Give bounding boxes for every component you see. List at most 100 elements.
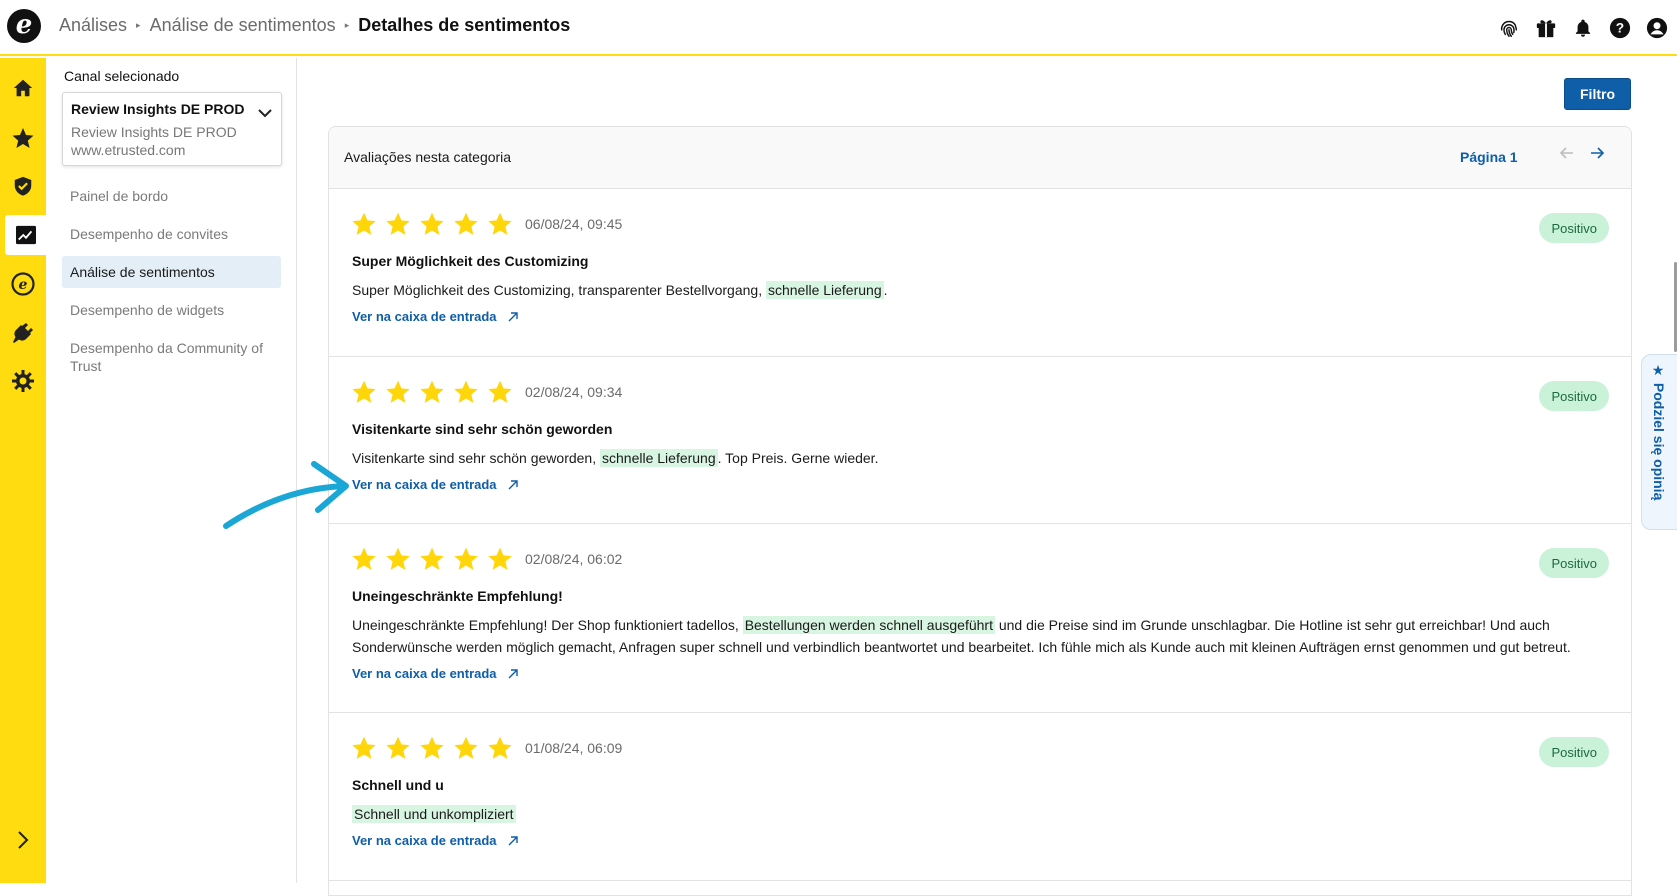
etrusted-coin-icon[interactable]: e [0, 264, 46, 304]
review-text: Uneingeschränkte Empfehlung! Der Shop fu… [352, 616, 1571, 655]
panel-header: Avaliações nesta categoria Página 1 [329, 127, 1631, 189]
feedback-label: ★ Podziel się opinią [1651, 363, 1667, 501]
expand-chevron-icon[interactable] [0, 820, 46, 860]
star-icon [488, 212, 512, 235]
star-icon [386, 212, 410, 235]
sentiment-badge: Positivo [1539, 548, 1609, 578]
star-icon [386, 736, 410, 759]
review-item: 02/08/24, 06:02 Positivo Uneingeschränkt… [329, 524, 1631, 713]
sentiment-badge: Positivo [1539, 213, 1609, 243]
analytics-icon[interactable] [5, 215, 46, 255]
reviews-panel: Avaliações nesta categoria Página 1 06/0… [328, 126, 1632, 896]
annotation-arrow-icon [223, 461, 349, 529]
review-text: Visitenkarte sind sehr schön geworden, s… [352, 449, 879, 467]
star-icon [488, 736, 512, 759]
external-link-icon [508, 668, 518, 678]
view-in-inbox-link[interactable]: Ver na caixa de entrada [352, 833, 519, 848]
etrusted-logo[interactable]: e [7, 9, 41, 43]
view-in-inbox-link[interactable]: Ver na caixa de entrada [352, 309, 519, 324]
review-item: 02/08/24, 09:34 Positivo Visitenkarte si… [329, 357, 1631, 524]
panel-title: Avaliações nesta categoria [344, 149, 512, 165]
star-rating [351, 546, 513, 572]
user-avatar-icon[interactable] [1645, 16, 1669, 40]
sentiment-badge: Positivo [1539, 737, 1609, 767]
arrow-left-icon[interactable] [1559, 145, 1575, 166]
star-icon [488, 547, 512, 570]
star-icon [488, 380, 512, 403]
review-date: 02/08/24, 06:02 [525, 551, 623, 567]
review-date: 01/08/24, 06:09 [525, 740, 623, 756]
star-icon[interactable] [0, 118, 46, 158]
top-bar: e Análises ▸ Análise de sentimentos ▸ De… [0, 0, 1677, 56]
star-icon [352, 547, 376, 570]
star-icon [386, 380, 410, 403]
star-icon [352, 212, 376, 235]
sentiment-badge: Positivo [1539, 381, 1609, 411]
external-link-icon [508, 835, 518, 845]
fingerprint-icon[interactable] [1497, 16, 1521, 40]
feedback-tab[interactable]: ★ Podziel się opinią [1641, 354, 1677, 530]
sentiment-highlight: Schnell und unkompliziert [352, 805, 516, 823]
breadcrumb-separator-icon: ▸ [136, 20, 141, 30]
star-icon [420, 736, 444, 759]
subnav-item-community[interactable]: Desempenho da Community of Trust [62, 332, 281, 382]
subnav-item-sentimentos[interactable]: Análise de sentimentos [62, 256, 281, 288]
channel-url: www.etrusted.com [71, 142, 186, 158]
breadcrumb-analise-sentimentos[interactable]: Análise de sentimentos [150, 15, 336, 36]
shield-check-icon[interactable] [0, 166, 46, 206]
external-link-icon [508, 479, 518, 489]
star-rating [351, 735, 513, 761]
chevron-down-icon [258, 105, 272, 123]
page-title: Detalhes de sentimentos [358, 15, 571, 35]
breadcrumb-analises[interactable]: Análises [59, 15, 127, 36]
bell-icon[interactable] [1571, 16, 1595, 40]
star-icon [454, 212, 478, 235]
star-icon [454, 547, 478, 570]
review-text: Super Möglichkeit des Customizing, trans… [352, 281, 888, 299]
channel-subname: Review Insights DE PROD [71, 124, 237, 140]
left-rail: e [0, 58, 46, 883]
external-link-icon [508, 311, 518, 321]
channel-selector[interactable]: Review Insights DE PROD Review Insights … [62, 92, 282, 166]
review-title: Visitenkarte sind sehr schön geworden [352, 421, 613, 437]
star-icon [352, 380, 376, 403]
svg-text:?: ? [1616, 21, 1624, 36]
review-title: Uneingeschränkte Empfehlung! [352, 588, 563, 604]
star-icon [420, 212, 444, 235]
view-in-inbox-link[interactable]: Ver na caixa de entrada [352, 477, 519, 492]
breadcrumb: Análises ▸ Análise de sentimentos ▸ Deta… [59, 15, 570, 36]
subnav-item-convites[interactable]: Desempenho de convites [62, 218, 281, 250]
settings-gear-icon[interactable] [0, 361, 46, 401]
review-title: Super Möglichkeit des Customizing [352, 253, 589, 269]
gift-icon[interactable] [1534, 16, 1558, 40]
review-item: 06/08/24, 09:45 Positivo Super Möglichke… [329, 189, 1631, 357]
sentiment-highlight: schnelle Lieferung [765, 281, 884, 299]
subnav-item-painel[interactable]: Painel de bordo [62, 180, 281, 212]
subnav-list: Painel de bordo Desempenho de convites A… [62, 180, 281, 388]
top-icons: ? [1497, 16, 1669, 40]
star-rating [351, 379, 513, 405]
arrow-right-icon[interactable] [1589, 145, 1605, 166]
review-text: Schnell und unkompliziert [352, 803, 1602, 825]
star-icon [386, 547, 410, 570]
home-icon[interactable] [0, 68, 46, 108]
page-indicator: Página 1 [1460, 149, 1518, 165]
review-item: 01/08/24, 06:09 Positivo Schnell und u S… [329, 713, 1631, 881]
sentiment-highlight: Bestellungen werden schnell ausgeführt [742, 616, 995, 634]
review-date: 02/08/24, 09:34 [525, 384, 623, 400]
star-rating [351, 211, 513, 237]
star-icon [454, 736, 478, 759]
filter-button[interactable]: Filtro [1564, 78, 1631, 110]
star-icon [420, 547, 444, 570]
breadcrumb-separator-icon: ▸ [344, 20, 350, 30]
help-icon[interactable]: ? [1608, 16, 1632, 40]
plug-icon[interactable] [0, 313, 46, 353]
svg-text:e: e [19, 277, 28, 293]
review-date: 06/08/24, 09:45 [525, 216, 623, 232]
star-icon [352, 736, 376, 759]
subnav-item-widgets[interactable]: Desempenho de widgets [62, 294, 281, 326]
channel-label: Canal selecionado [64, 68, 180, 84]
sentiment-highlight: schnelle Lieferung [600, 449, 718, 467]
star-icon [454, 380, 478, 403]
view-in-inbox-link[interactable]: Ver na caixa de entrada [352, 666, 519, 681]
